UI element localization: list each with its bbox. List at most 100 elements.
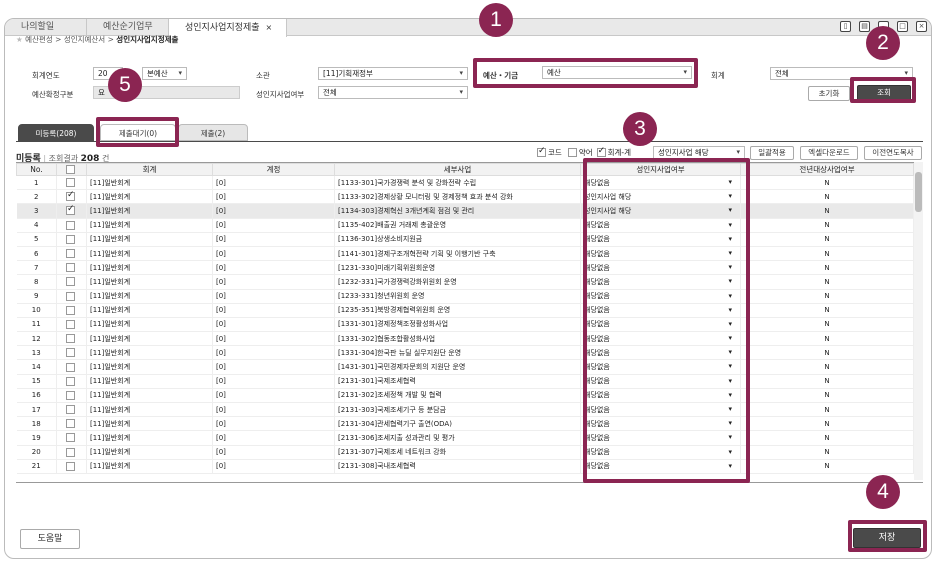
row-checkbox[interactable] — [66, 376, 75, 386]
book-icon[interactable]: ▯ — [840, 21, 851, 32]
row-check[interactable] — [56, 345, 87, 361]
row-checkbox[interactable] — [66, 204, 75, 216]
maximize-icon[interactable]: □ — [897, 21, 908, 32]
help-button[interactable]: 도움말 — [20, 529, 80, 549]
row-check[interactable] — [56, 388, 87, 404]
tab-gender-submit[interactable]: 성인지사업지정제출 × — [169, 19, 287, 37]
row-prev-year: N — [740, 331, 914, 347]
col-check[interactable] — [56, 163, 87, 176]
row-check[interactable] — [56, 374, 87, 389]
table-row[interactable]: 10[11]일반회계[0][1235-351]북방경제협력위원회 운영해당없음N — [16, 303, 914, 318]
row-checkbox[interactable] — [66, 447, 75, 457]
row-check[interactable] — [56, 430, 87, 446]
excel-download-button[interactable]: 엑셀다운로드 — [800, 146, 858, 160]
table-row[interactable]: 1 [11]일반회계 [0] [1133-301]국가경쟁력 분석 및 강화전략 수립… — [16, 175, 914, 191]
row-checkbox[interactable] — [66, 362, 75, 372]
code-checkbox[interactable] — [537, 146, 546, 157]
table-row[interactable]: 11[11]일반회계[0][1331-301]경제정책조정활성화사업해당없음N — [16, 317, 914, 333]
row-no: 15 — [16, 374, 57, 389]
row-check[interactable] — [56, 317, 87, 333]
row-checkbox[interactable] — [66, 461, 75, 471]
gender-select[interactable]: 전체 — [318, 86, 468, 99]
account-checkbox[interactable] — [596, 146, 606, 157]
apply-all-button[interactable]: 일괄적용 — [750, 146, 794, 160]
table-row[interactable]: 16[11]일반회계[0][2131-302]조세정책 개발 및 협력해당없음N — [16, 388, 914, 404]
row-check[interactable] — [56, 445, 87, 460]
breadcrumb-item[interactable]: 예산편성 — [25, 35, 53, 44]
scroll-thumb[interactable] — [915, 172, 922, 212]
abbr-checkbox[interactable] — [567, 148, 577, 157]
row-check[interactable] — [56, 232, 87, 247]
table-row[interactable]: 18 [11]일반회계 [0] [2131-304]관세협력기구 출연(ODA) 해당없… — [16, 416, 914, 432]
marker-box-1 — [473, 58, 698, 88]
col-prev-year: 전년대상사업여부 — [740, 163, 914, 176]
table-row[interactable]: 14 [11]일반회계 [0] [1431-301]국민경제자문회의 지원단 운영 해당… — [16, 359, 914, 375]
vertical-scrollbar[interactable] — [914, 162, 923, 480]
row-checkbox[interactable] — [66, 220, 75, 230]
row-checkbox[interactable] — [66, 190, 75, 202]
row-subaccount: [0] — [212, 218, 335, 233]
table-row[interactable]: 4[11]일반회계[0][1135-402]배출권 거래제 총괄운영해당없음N — [16, 218, 914, 233]
row-checkbox[interactable] — [66, 433, 75, 443]
close-window-icon[interactable]: × — [916, 21, 927, 32]
row-checkbox[interactable] — [66, 234, 75, 244]
table-row[interactable]: 2 [11]일반회계[0][1133-302]경제상황 모니터링 및 경제정책 효… — [16, 189, 914, 205]
row-checkbox[interactable] — [66, 178, 75, 188]
row-prev-year: N — [740, 232, 914, 247]
row-checkbox[interactable] — [66, 319, 75, 329]
row-checkbox[interactable] — [66, 291, 75, 301]
row-check[interactable] — [56, 303, 87, 318]
row-check[interactable] — [56, 289, 87, 304]
row-checkbox[interactable] — [66, 249, 75, 259]
table-row[interactable]: 13 [11]일반회계 [0] [1331-304]한국판 뉴딜 실무지원단 운영 해당… — [16, 345, 914, 361]
table-row[interactable]: 9[11]일반회계[0][1233-331]청년위원회 운영해당없음N — [16, 289, 914, 304]
select-all-checkbox[interactable] — [66, 165, 75, 175]
row-check[interactable] — [56, 218, 87, 233]
row-subaccount: [0] — [212, 260, 335, 276]
subtab-submitted[interactable]: 제출(2) — [178, 124, 248, 141]
table-row[interactable]: 7[11]일반회계[0][1231-330]미래기획위원회운영해당없음N — [16, 260, 914, 276]
table-row[interactable]: 15[11]일반회계[0][2131-301]국제조세협력해당없음N — [16, 374, 914, 389]
row-check[interactable] — [56, 260, 87, 276]
row-check[interactable] — [56, 331, 87, 347]
row-check[interactable] — [56, 359, 87, 375]
row-check[interactable] — [56, 203, 87, 219]
table-row[interactable]: 17[11]일반회계[0][2131-303]국제조세기구 등 분담금해당없음N — [16, 402, 914, 418]
row-check[interactable] — [56, 189, 87, 205]
layout-icon[interactable]: ▤ — [859, 21, 870, 32]
table-row[interactable]: 21[11]일반회계[0][2131-308]국내조세협력해당없음N — [16, 459, 914, 474]
row-check[interactable] — [56, 459, 87, 474]
row-check[interactable] — [56, 175, 87, 191]
reset-button[interactable]: 초기화 — [808, 86, 850, 101]
row-check[interactable] — [56, 246, 87, 262]
row-checkbox[interactable] — [66, 334, 75, 344]
subtab-unregistered[interactable]: 미등록(208) — [18, 124, 94, 141]
table-row[interactable]: 12[11]일반회계[0][1331-302]협동조합활성화사업해당없음N — [16, 331, 914, 347]
marker-5: 5 — [108, 68, 142, 102]
breadcrumb-item[interactable]: 성인지예산서 — [64, 35, 105, 44]
copy-prev-year-button[interactable]: 이전연도복사 — [864, 146, 922, 160]
row-checkbox[interactable] — [66, 390, 75, 400]
ministry-select[interactable]: [11]기획재정부 — [318, 67, 468, 80]
row-check[interactable] — [56, 416, 87, 432]
row-check[interactable] — [56, 274, 87, 290]
table-row[interactable]: 8[11]일반회계[0][1232-331]국가경쟁력강화위원회 운영해당없음N — [16, 274, 914, 290]
row-checkbox[interactable] — [66, 305, 75, 315]
row-checkbox[interactable] — [66, 263, 75, 273]
row-project: [1231-330]미래기획위원회운영 — [334, 260, 581, 276]
table-row[interactable]: 20[11]일반회계[0][2131-307]국제조세 네트워크 강화해당없음N — [16, 445, 914, 460]
star-icon[interactable]: ★ — [16, 35, 23, 44]
table-row[interactable]: 6 [11]일반회계 [0] [1141-301]경제구조개혁전략 기획 및 이행기반… — [16, 246, 914, 262]
row-check[interactable] — [56, 402, 87, 418]
row-checkbox[interactable] — [66, 405, 75, 415]
table-row[interactable]: 19 [11]일반회계 [0] [2131-306]조세지출 성과관리 및 평가 해당없… — [16, 430, 914, 446]
table-row[interactable]: 5[11]일반회계[0][1136-301]상생소비지원금해당없음N — [16, 232, 914, 247]
row-subaccount: [0] — [212, 388, 335, 404]
row-prev-year: N — [740, 459, 914, 474]
close-icon[interactable]: × — [266, 23, 273, 32]
row-checkbox[interactable] — [66, 348, 75, 358]
row-checkbox[interactable] — [66, 277, 75, 287]
row-checkbox[interactable] — [66, 419, 75, 429]
table-row[interactable]: 3 [11]일반회계[0][1134-303]경제혁신 3개년계획 점검 및 관리… — [16, 203, 914, 219]
budget-type-select[interactable]: 본예산 — [142, 67, 187, 80]
